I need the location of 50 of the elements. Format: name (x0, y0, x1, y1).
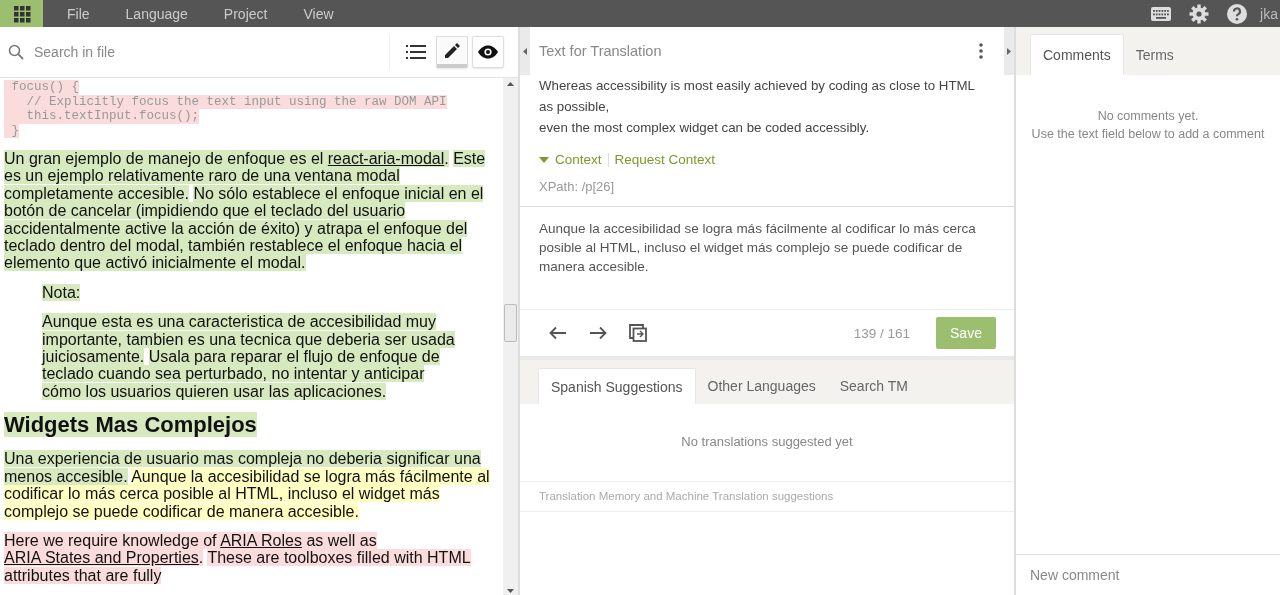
suggestions-tab[interactable]: Other Languages (695, 368, 828, 404)
collapse-right-button[interactable] (1004, 27, 1014, 75)
suggestions-tab[interactable]: Search TM (827, 368, 920, 404)
link[interactable]: react-aria-modal (327, 150, 445, 167)
menu-item[interactable]: File (55, 0, 102, 27)
caret-right-icon (1007, 47, 1011, 55)
scrollbar-thumb[interactable] (504, 304, 517, 342)
request-context-link[interactable]: Request Context (614, 152, 716, 167)
caret-left-icon (523, 47, 527, 55)
scroll-up-icon (507, 82, 514, 86)
empty-message: No translations suggested yet (520, 404, 1014, 482)
edit-view-button[interactable] (436, 36, 468, 68)
menu-item[interactable]: Language (113, 0, 200, 27)
context-toggle[interactable]: Context (539, 152, 602, 167)
link[interactable]: ARIA States and Properties (4, 549, 199, 567)
suggestions-caption: Translation Memory and Machine Translation suggestions (520, 482, 1014, 512)
collapse-left-button[interactable] (520, 27, 530, 75)
suggestions-tab[interactable]: Spanish Suggestions (538, 368, 696, 404)
segment-counter: 139 / 161 (853, 325, 910, 341)
source-text: even the most complex widget can be coded accessibly. (539, 119, 871, 137)
paragraph[interactable]: Nota: (42, 283, 462, 302)
kebab-icon (979, 43, 983, 59)
empty-message: Use the text field below to add a comment (1030, 126, 1266, 143)
search-icon (8, 44, 24, 60)
pencil-icon (442, 40, 462, 61)
empty-message: No comments yet. (1096, 108, 1200, 125)
copy-icon (628, 323, 648, 343)
user-name[interactable]: jka (1260, 5, 1278, 22)
preview-view-button[interactable] (472, 36, 504, 68)
arrow-left-icon (549, 326, 567, 340)
menu-item[interactable]: Project (211, 0, 280, 27)
help-icon (1227, 3, 1248, 24)
apps-button[interactable] (0, 0, 43, 27)
heading[interactable]: Widgets Mas Complejos (4, 412, 257, 439)
link[interactable]: ARIA Roles (220, 531, 302, 549)
sidebar-tab[interactable]: Comments (1030, 34, 1124, 75)
panel-title: Text for Translation (539, 43, 663, 59)
scrollbar[interactable] (503, 78, 518, 595)
keyboard-icon (1151, 5, 1172, 22)
scroll-down-icon (507, 589, 514, 593)
sidebar-tab[interactable]: Terms (1123, 34, 1186, 75)
list-icon (406, 44, 426, 60)
settings-icon (1189, 3, 1210, 24)
caret-down-icon (539, 156, 549, 163)
arrow-right-icon (589, 326, 607, 340)
xpath-text: XPath: /p[26] (539, 179, 616, 194)
more-button[interactable] (976, 41, 986, 61)
grid-icon (12, 4, 31, 23)
eye-icon (477, 45, 499, 59)
menu-item[interactable]: View (291, 0, 346, 27)
